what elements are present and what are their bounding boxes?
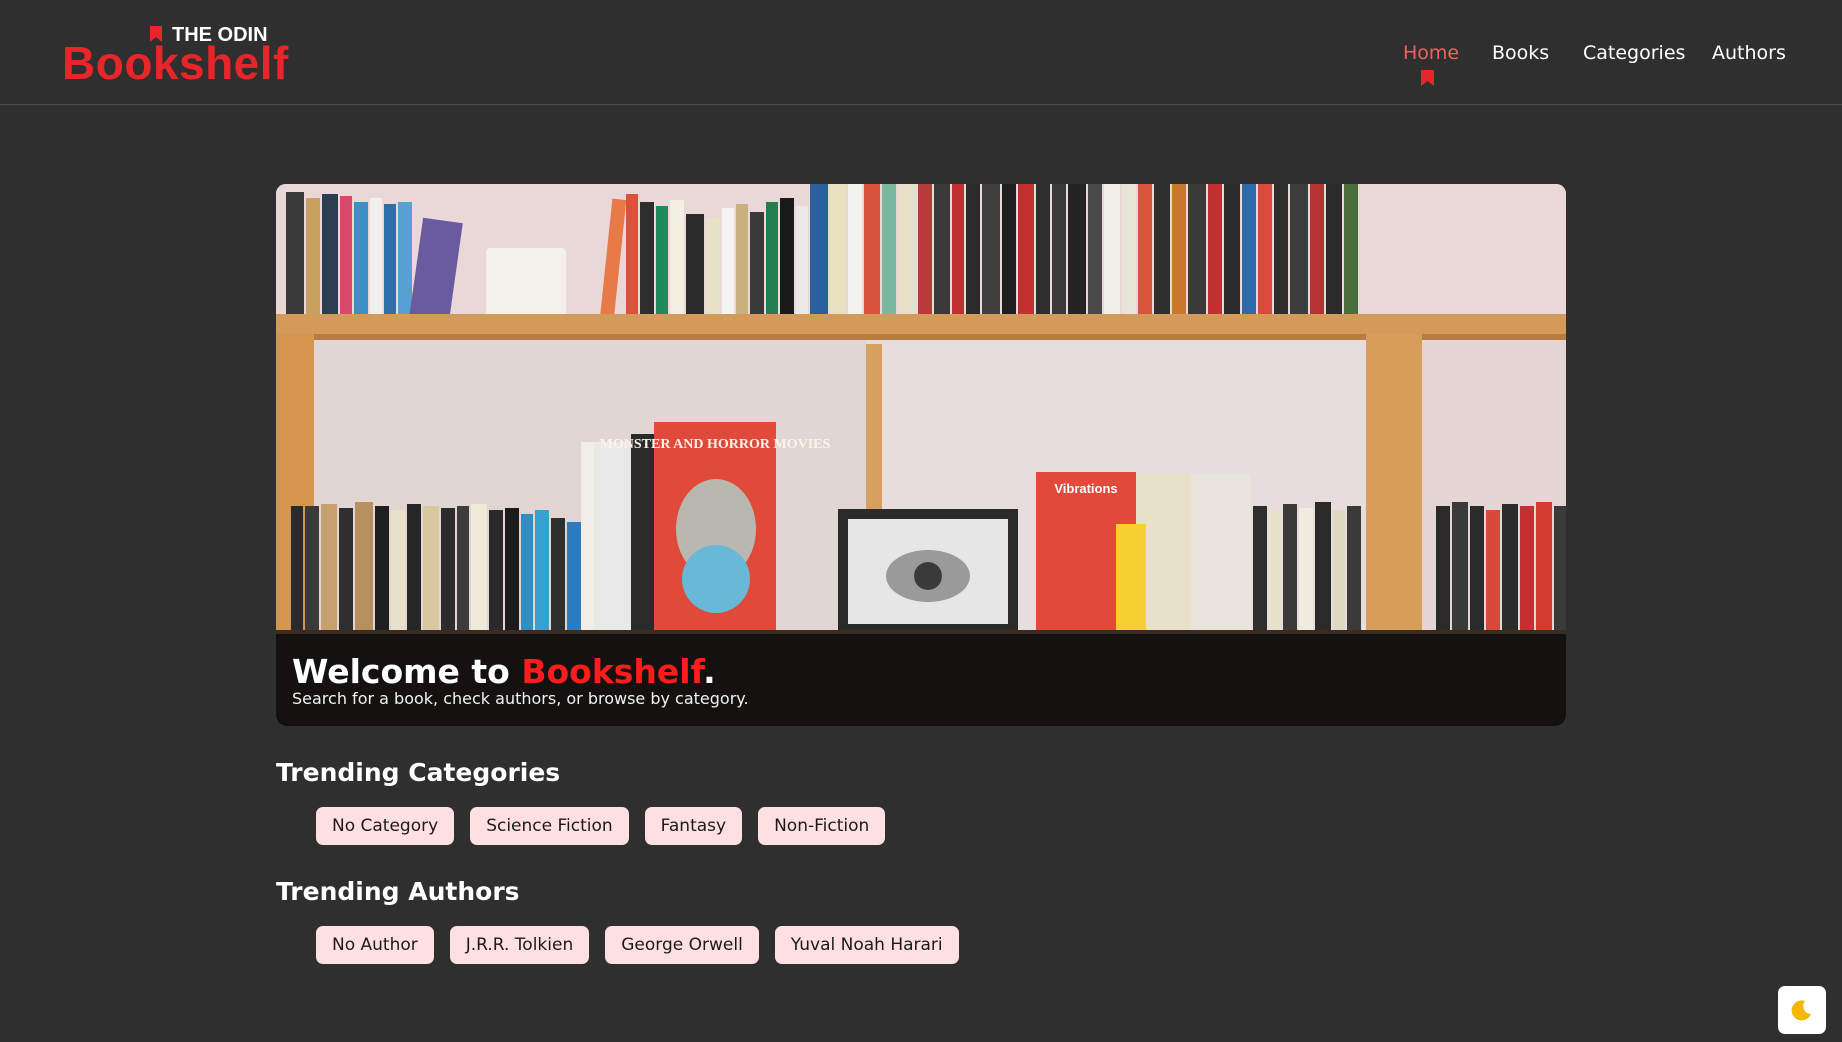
trending-authors-list: No Author J.R.R. Tolkien George Orwell Y… (316, 926, 959, 964)
category-chip[interactable]: Science Fiction (470, 807, 629, 845)
logo-main-text: Bookshelf (62, 37, 289, 89)
trending-authors-title: Trending Authors (276, 877, 520, 906)
category-chip[interactable]: Fantasy (644, 807, 743, 845)
category-chip[interactable]: No Category (316, 807, 455, 845)
author-chip[interactable]: Yuval Noah Harari (774, 926, 959, 964)
hero-subtitle: Search for a book, check authors, or bro… (292, 689, 749, 708)
author-chip[interactable]: No Author (316, 926, 434, 964)
category-chip[interactable]: Non-Fiction (758, 807, 886, 845)
moon-icon (1791, 1000, 1811, 1021)
logo-link[interactable]: THE ODIN Bookshelf (62, 22, 288, 86)
hero-title-suffix: . (703, 652, 716, 691)
nav-categories[interactable]: Categories (1583, 42, 1685, 64)
nav-books[interactable]: Books (1492, 42, 1549, 64)
magazine-title: Vibrations (1054, 481, 1117, 496)
hero-banner: MONSTER AND HORROR MOVIES Vibrations Wel… (276, 184, 1566, 726)
poster-title: MONSTER AND HORROR MOVIES (600, 437, 831, 452)
hero-title-brand: Bookshelf (521, 652, 704, 691)
trending-categories-list: No Category Science Fiction Fantasy Non-… (316, 807, 886, 845)
nav-home[interactable]: Home (1403, 42, 1459, 64)
hero-title-prefix: Welcome to (292, 652, 522, 691)
nav-authors[interactable]: Authors (1712, 42, 1786, 64)
hero-caption: Welcome to Bookshelf. Search for a book,… (276, 634, 1566, 726)
author-chip[interactable]: George Orwell (605, 926, 759, 964)
hero-title: Welcome to Bookshelf. (292, 652, 716, 691)
trending-categories-title: Trending Categories (276, 758, 561, 787)
theme-toggle-button[interactable] (1778, 986, 1826, 1034)
site-header: THE ODIN Bookshelf Home Books Categories… (0, 0, 1842, 105)
active-bookmark-icon (1421, 70, 1434, 86)
author-chip[interactable]: J.R.R. Tolkien (449, 926, 590, 964)
